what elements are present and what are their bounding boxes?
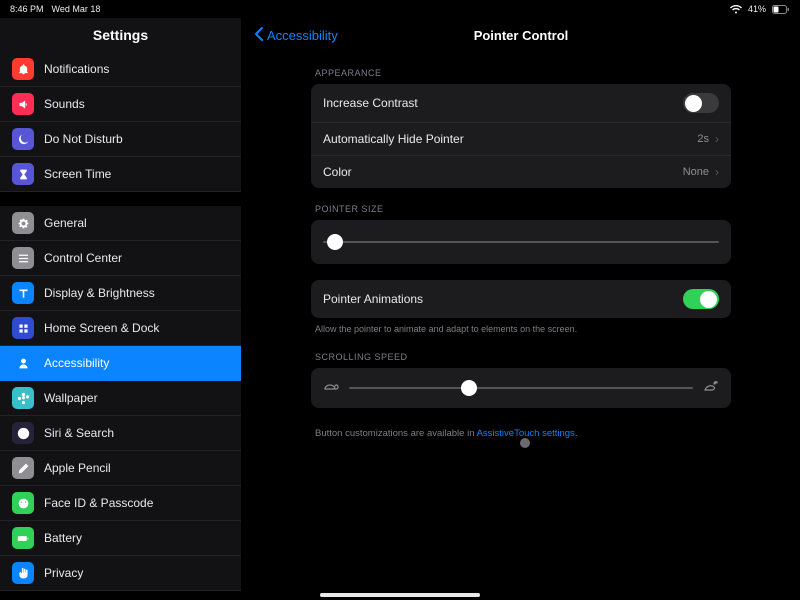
sidebar-item-label: Notifications [44, 62, 109, 76]
person-icon [12, 352, 34, 374]
settings-sidebar: Settings Notifications Sounds Do Not Distu… [0, 18, 242, 600]
moon-icon [12, 128, 34, 150]
sidebar-item-label: Wallpaper [44, 391, 98, 405]
siri-icon [12, 422, 34, 444]
row-auto-hide-pointer[interactable]: Automatically Hide Pointer 2s › [311, 123, 731, 156]
sidebar-item-privacy[interactable]: Privacy [0, 556, 241, 591]
sidebar-item-home-screen-dock[interactable]: Home Screen & Dock [0, 311, 241, 346]
sidebar-item-label: Battery [44, 531, 82, 545]
sidebar-item-face-id-passcode[interactable]: Face ID & Passcode [0, 486, 241, 521]
back-button[interactable]: Accessibility [254, 27, 338, 44]
chevron-right-icon: › [715, 165, 719, 179]
increase-contrast-label: Increase Contrast [323, 96, 418, 110]
pointer-animations-footnote: Allow the pointer to animate and adapt t… [315, 324, 727, 336]
grid-icon [12, 317, 34, 339]
pointer-animations-label: Pointer Animations [323, 292, 423, 306]
tortoise-icon [323, 380, 339, 395]
increase-contrast-toggle[interactable] [683, 93, 719, 113]
chevron-right-icon: › [715, 132, 719, 146]
battery-icon [12, 527, 34, 549]
sidebar-item-label: General [44, 216, 87, 230]
pointer-size-slider[interactable] [323, 232, 719, 252]
sidebar-item-display-brightness[interactable]: Display & Brightness [0, 276, 241, 311]
text-icon [12, 282, 34, 304]
status-date: Wed Mar 18 [52, 4, 101, 14]
section-header-scrolling-speed: SCROLLING SPEED [315, 352, 727, 362]
sidebar-item-label: Privacy [44, 566, 83, 580]
sidebar-item-label: Screen Time [44, 167, 111, 181]
hand-icon [12, 562, 34, 584]
gear-icon [12, 212, 34, 234]
row-increase-contrast[interactable]: Increase Contrast [311, 84, 731, 123]
flower-icon [12, 387, 34, 409]
row-color[interactable]: Color None › [311, 156, 731, 188]
status-battery-pct: 41% [748, 4, 766, 14]
sidebar-item-label: Siri & Search [44, 426, 114, 440]
face-icon [12, 492, 34, 514]
section-header-pointer-size: POINTER SIZE [315, 204, 727, 214]
sidebar-item-general[interactable]: General [0, 206, 241, 241]
bell-icon [12, 58, 34, 80]
scrolling-speed-slider[interactable] [349, 378, 693, 398]
sidebar-item-notifications[interactable]: Notifications [0, 52, 241, 87]
sidebar-item-label: Control Center [44, 251, 122, 265]
speaker-icon [12, 93, 34, 115]
battery-icon [772, 5, 790, 14]
auto-hide-label: Automatically Hide Pointer [323, 132, 464, 146]
sidebar-title: Settings [0, 18, 241, 52]
sidebar-item-do-not-disturb[interactable]: Do Not Disturb [0, 122, 241, 157]
back-label: Accessibility [267, 28, 338, 43]
pencil-icon [12, 457, 34, 479]
sidebar-item-label: Display & Brightness [44, 286, 155, 300]
sidebar-item-label: Do Not Disturb [44, 132, 123, 146]
sidebar-item-siri-search[interactable]: Siri & Search [0, 416, 241, 451]
wifi-icon [730, 5, 742, 14]
sidebar-item-label: Home Screen & Dock [44, 321, 159, 335]
color-label: Color [323, 165, 352, 179]
sidebar-item-wallpaper[interactable]: Wallpaper [0, 381, 241, 416]
sidebar-item-accessibility[interactable]: Accessibility [0, 346, 241, 381]
color-value: None [683, 166, 709, 178]
sidebar-item-battery[interactable]: Battery [0, 521, 241, 556]
sidebar-item-label: Face ID & Passcode [44, 496, 153, 510]
sidebar-item-apple-pencil[interactable]: Apple Pencil [0, 451, 241, 486]
assistivetouch-link[interactable]: AssistiveTouch settings [477, 428, 575, 439]
sidebar-item-control-center[interactable]: Control Center [0, 241, 241, 276]
hourglass-icon [12, 163, 34, 185]
status-time: 8:46 PM [10, 4, 44, 14]
pointer-size-slider-row[interactable] [311, 220, 731, 264]
sidebar-item-sounds[interactable]: Sounds [0, 87, 241, 122]
pointer-animations-toggle[interactable] [683, 289, 719, 309]
sidebar-item-screen-time[interactable]: Screen Time [0, 157, 241, 192]
home-indicator[interactable] [320, 593, 480, 597]
assistivetouch-hint: Button customizations are available in A… [315, 428, 727, 439]
auto-hide-value: 2s [697, 133, 709, 145]
chevron-left-icon [254, 27, 263, 44]
status-bar: 8:46 PM Wed Mar 18 41% [0, 0, 800, 18]
sidebar-item-label: Accessibility [44, 356, 109, 370]
sidebar-item-label: Sounds [44, 97, 85, 111]
section-header-appearance: APPEARANCE [315, 68, 727, 78]
cursor-indicator [520, 438, 530, 448]
sidebar-item-label: Apple Pencil [44, 461, 111, 475]
sliders-icon [12, 247, 34, 269]
scrolling-speed-row[interactable] [311, 368, 731, 408]
detail-pane: Accessibility Pointer Control APPEARANCE… [242, 18, 800, 600]
row-pointer-animations[interactable]: Pointer Animations [311, 280, 731, 318]
hare-icon [703, 380, 719, 395]
